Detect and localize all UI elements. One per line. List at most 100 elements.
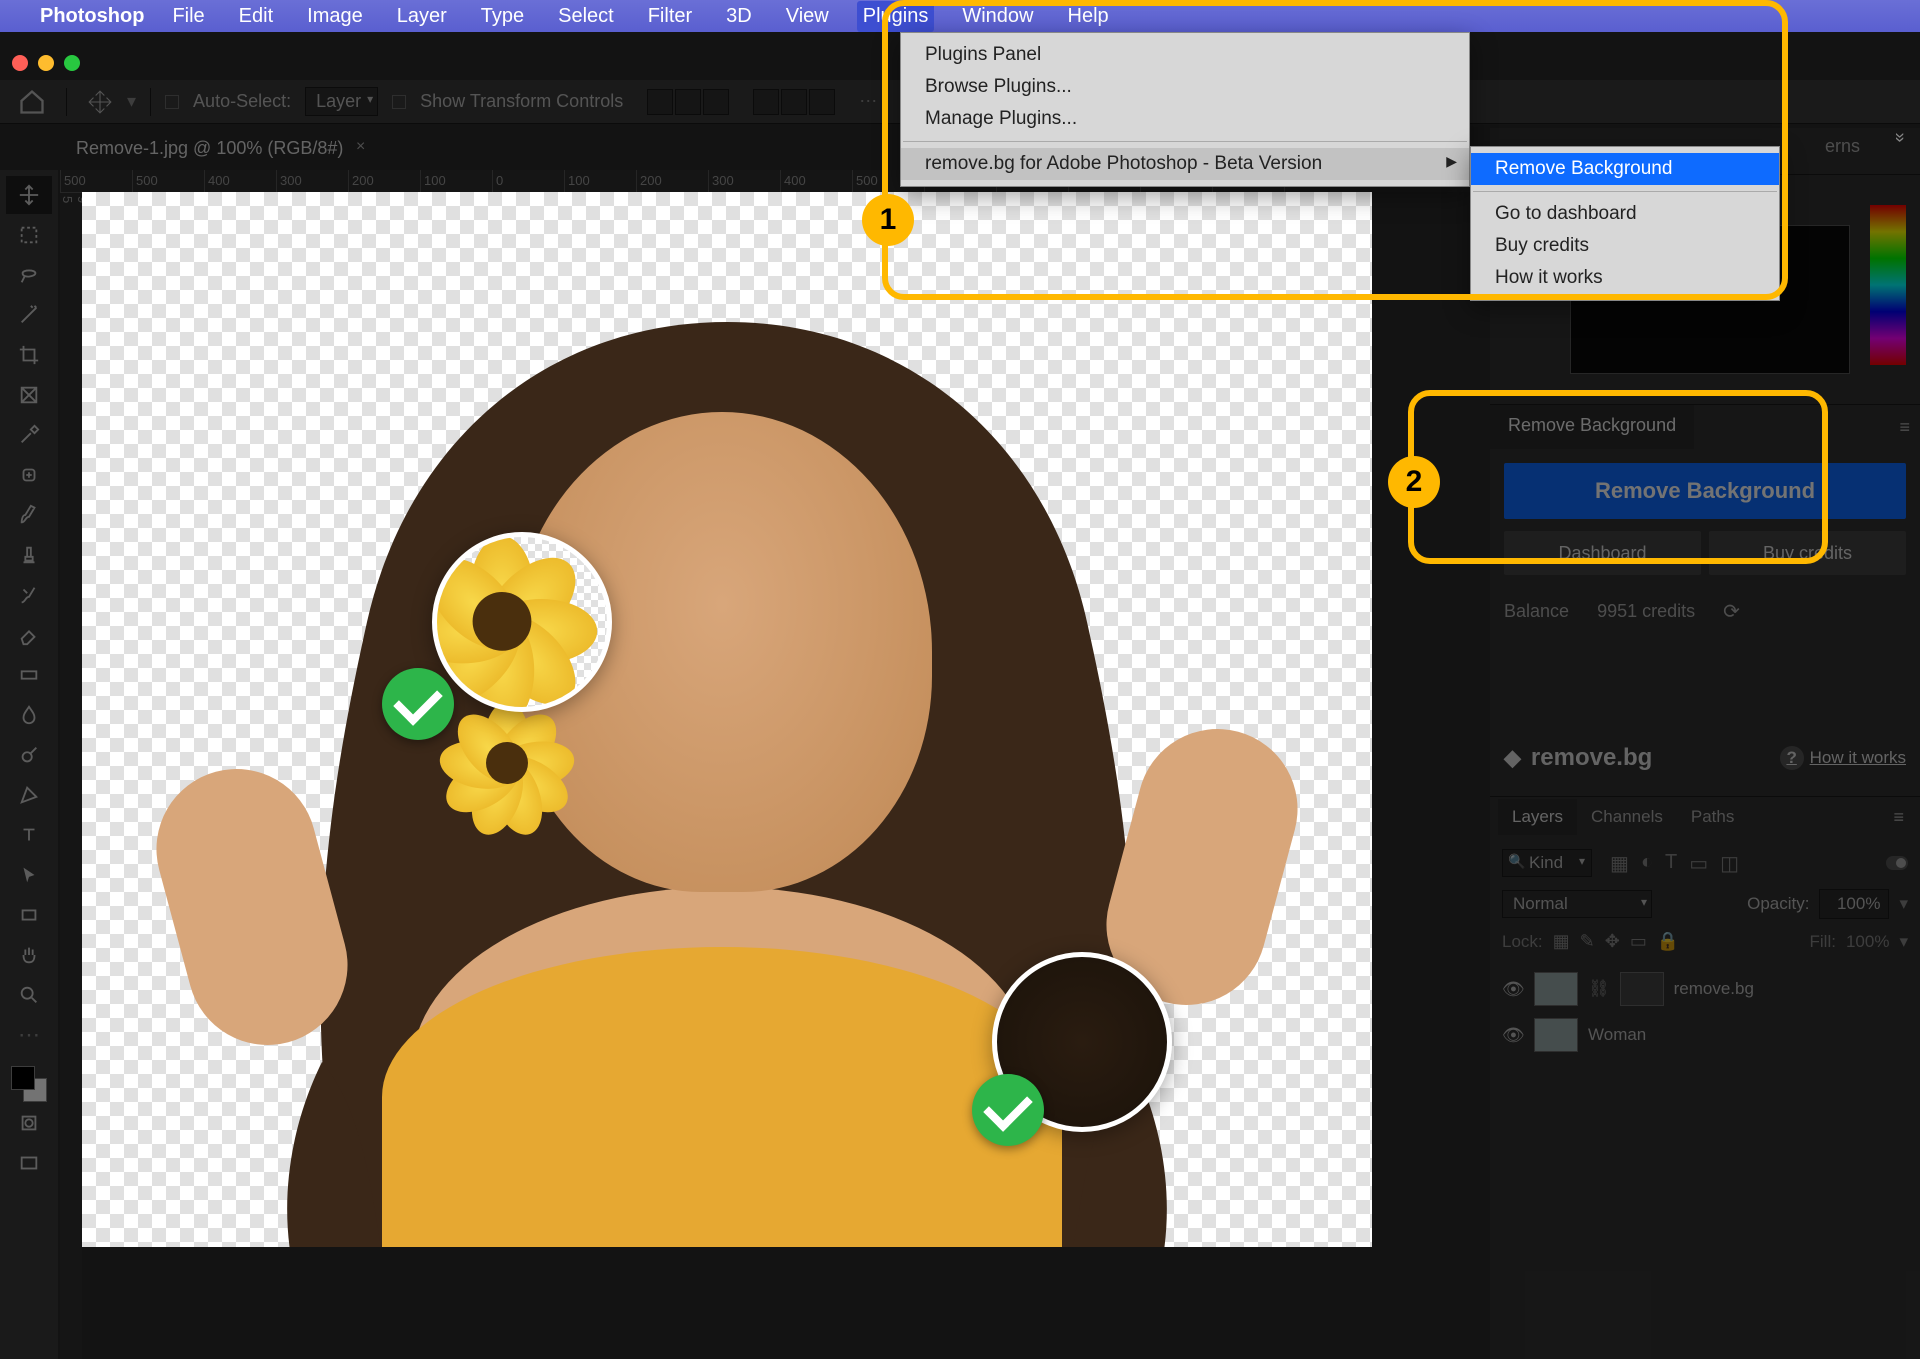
- layer-mask-thumbnail[interactable]: [1620, 972, 1664, 1006]
- blend-mode-dropdown[interactable]: Normal: [1502, 890, 1652, 918]
- menu-image[interactable]: Image: [301, 1, 369, 32]
- refresh-icon[interactable]: ⟳: [1723, 599, 1740, 624]
- history-brush-tool[interactable]: [6, 576, 52, 614]
- foreground-color-swatch[interactable]: [11, 1066, 35, 1090]
- hand-tool[interactable]: [6, 936, 52, 974]
- color-swatches[interactable]: [11, 1066, 47, 1102]
- fill-value[interactable]: 100%: [1846, 932, 1889, 952]
- menu-filter[interactable]: Filter: [642, 1, 698, 32]
- layer-name[interactable]: Woman: [1588, 1025, 1646, 1045]
- mi-manage-plugins[interactable]: Manage Plugins...: [901, 103, 1469, 135]
- menu-select[interactable]: Select: [552, 1, 620, 32]
- layer-thumbnail[interactable]: [1534, 972, 1578, 1006]
- filter-type-icon[interactable]: T: [1665, 851, 1677, 876]
- gradient-tool[interactable]: [6, 656, 52, 694]
- mi-plugins-panel[interactable]: Plugins Panel: [901, 39, 1469, 71]
- lock-transparency-icon[interactable]: ▦: [1553, 931, 1570, 952]
- caret-icon[interactable]: »: [1890, 133, 1911, 161]
- visibility-icon[interactable]: 👁: [1502, 1025, 1524, 1046]
- rectangle-tool[interactable]: [6, 896, 52, 934]
- filter-smart-icon[interactable]: ◫: [1720, 851, 1739, 876]
- align-top-icon[interactable]: [753, 89, 779, 115]
- layer-row[interactable]: 👁 Woman: [1500, 1012, 1910, 1058]
- filter-toggle[interactable]: [1886, 856, 1908, 870]
- auto-select-target-dropdown[interactable]: Layer: [305, 87, 378, 116]
- move-tool[interactable]: [6, 176, 52, 214]
- menu-window[interactable]: Window: [956, 1, 1039, 32]
- quick-mask-icon[interactable]: [6, 1104, 52, 1142]
- frame-tool[interactable]: [6, 376, 52, 414]
- visibility-icon[interactable]: 👁: [1502, 979, 1524, 1000]
- mi-remove-background[interactable]: Remove Background: [1471, 153, 1779, 185]
- filter-adjust-icon[interactable]: ◐: [1641, 851, 1653, 876]
- menu-view[interactable]: View: [780, 1, 835, 32]
- opacity-value[interactable]: 100%: [1819, 889, 1889, 919]
- lock-artboard-icon[interactable]: ▭: [1630, 931, 1647, 952]
- layer-filter-kind-dropdown[interactable]: Kind: [1502, 849, 1592, 877]
- auto-select-checkbox[interactable]: [165, 95, 179, 109]
- how-it-works-link[interactable]: How it works: [1780, 746, 1906, 770]
- eraser-tool[interactable]: [6, 616, 52, 654]
- layer-thumbnail[interactable]: [1534, 1018, 1578, 1052]
- layer-row[interactable]: 👁 ⛓ remove.bg: [1500, 966, 1910, 1012]
- menu-layer[interactable]: Layer: [391, 1, 453, 32]
- menu-type[interactable]: Type: [475, 1, 530, 32]
- mi-how-it-works[interactable]: How it works: [1471, 262, 1779, 294]
- mi-removebg-plugin[interactable]: remove.bg for Adobe Photoshop - Beta Ver…: [901, 148, 1469, 180]
- maximize-window-icon[interactable]: [64, 55, 80, 71]
- panel-menu-icon[interactable]: ≡: [1885, 803, 1912, 832]
- app-name[interactable]: Photoshop: [40, 5, 144, 28]
- options-dropdown-icon[interactable]: ▾: [127, 91, 136, 112]
- align-center-h-icon[interactable]: [675, 89, 701, 115]
- align-bottom-icon[interactable]: [809, 89, 835, 115]
- tab-channels[interactable]: Channels: [1577, 799, 1677, 835]
- menu-help[interactable]: Help: [1062, 1, 1115, 32]
- menu-3d[interactable]: 3D: [720, 1, 758, 32]
- menu-plugins[interactable]: Plugins: [857, 1, 935, 32]
- lock-position-icon[interactable]: ✥: [1605, 931, 1620, 952]
- mi-buy-credits[interactable]: Buy credits: [1471, 230, 1779, 262]
- blur-tool[interactable]: [6, 696, 52, 734]
- layer-name[interactable]: remove.bg: [1674, 979, 1754, 999]
- pen-tool[interactable]: [6, 776, 52, 814]
- menu-file[interactable]: File: [166, 1, 210, 32]
- align-left-icon[interactable]: [647, 89, 673, 115]
- align-center-v-icon[interactable]: [781, 89, 807, 115]
- tab-paths[interactable]: Paths: [1677, 799, 1748, 835]
- brush-tool[interactable]: [6, 496, 52, 534]
- more-tools-icon[interactable]: ⋯: [6, 1016, 52, 1054]
- healing-tool[interactable]: [6, 456, 52, 494]
- menu-edit[interactable]: Edit: [233, 1, 279, 32]
- marquee-tool[interactable]: [6, 216, 52, 254]
- dodge-tool[interactable]: [6, 736, 52, 774]
- lock-pixels-icon[interactable]: ✎: [1580, 931, 1595, 952]
- lock-all-icon[interactable]: 🔒: [1657, 931, 1679, 952]
- hue-slider[interactable]: [1870, 205, 1906, 365]
- canvas[interactable]: [82, 192, 1372, 1247]
- home-icon[interactable]: [18, 88, 46, 116]
- buy-credits-button[interactable]: Buy credits: [1709, 531, 1906, 575]
- stamp-tool[interactable]: [6, 536, 52, 574]
- filter-pixel-icon[interactable]: ▦: [1610, 851, 1629, 876]
- remove-background-button[interactable]: Remove Background: [1504, 463, 1906, 519]
- lasso-tool[interactable]: [6, 256, 52, 294]
- path-select-tool[interactable]: [6, 856, 52, 894]
- patterns-tab-partial[interactable]: erns: [1825, 136, 1860, 157]
- opacity-dropdown-icon[interactable]: ▾: [1899, 894, 1908, 914]
- link-icon[interactable]: ⛓: [1588, 979, 1610, 999]
- align-right-icon[interactable]: [703, 89, 729, 115]
- close-tab-icon[interactable]: ×: [356, 138, 365, 156]
- crop-tool[interactable]: [6, 336, 52, 374]
- panel-collapse-strip[interactable]: »: [1886, 136, 1914, 157]
- dashboard-button[interactable]: Dashboard: [1504, 531, 1701, 575]
- mi-go-to-dashboard[interactable]: Go to dashboard: [1471, 198, 1779, 230]
- tab-remove-background[interactable]: Remove Background: [1490, 405, 1694, 449]
- minimize-window-icon[interactable]: [38, 55, 54, 71]
- panel-menu-icon[interactable]: ≡: [1899, 417, 1910, 438]
- fill-dropdown-icon[interactable]: ▾: [1899, 932, 1908, 952]
- show-transform-checkbox[interactable]: [392, 95, 406, 109]
- magic-wand-tool[interactable]: [6, 296, 52, 334]
- type-tool[interactable]: [6, 816, 52, 854]
- tab-layers[interactable]: Layers: [1498, 799, 1577, 835]
- more-options-icon[interactable]: ⋯: [859, 91, 877, 112]
